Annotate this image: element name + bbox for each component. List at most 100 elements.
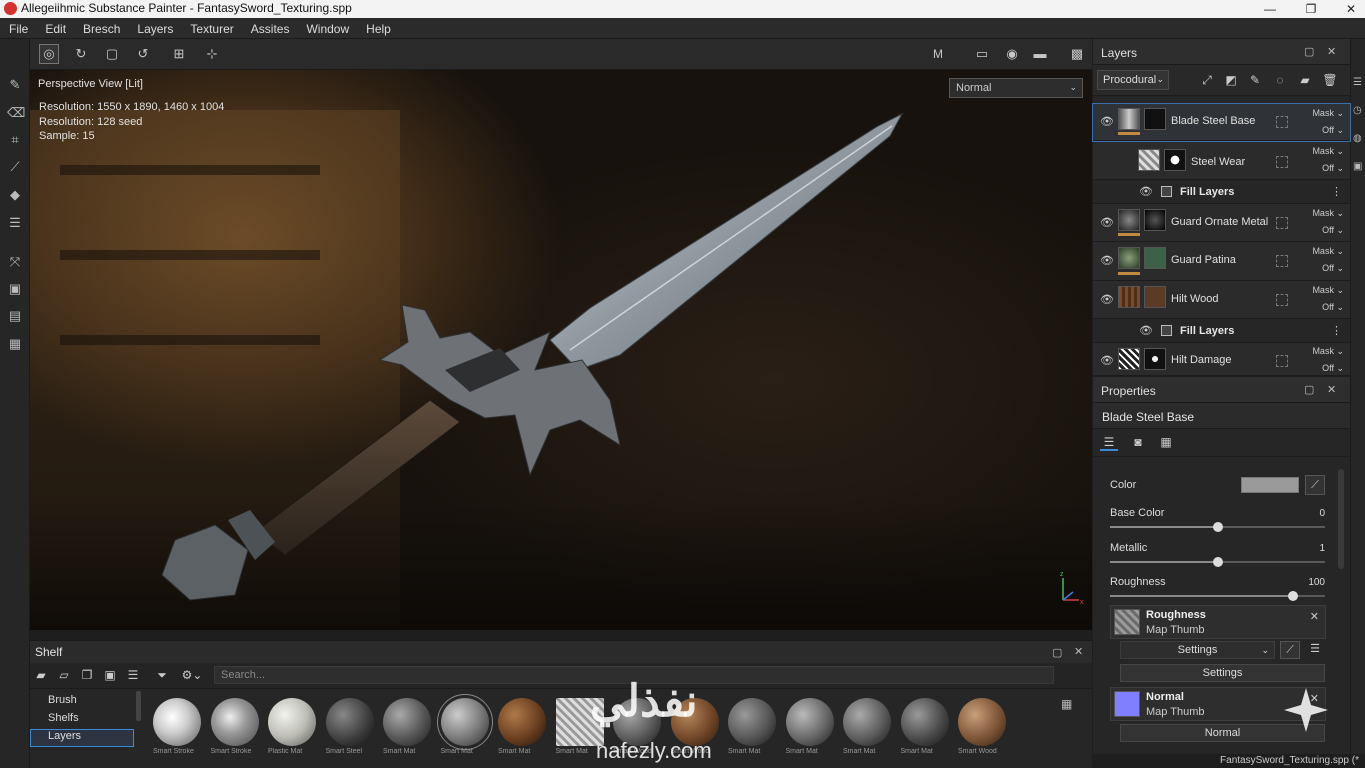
base-color-slider[interactable]	[1110, 522, 1325, 532]
pick-icon[interactable]: ⟋	[1280, 641, 1300, 659]
stack-icon[interactable]: ☰	[1353, 77, 1362, 88]
paint-mode-icon[interactable]: ◎	[39, 44, 59, 64]
layer-row-blade-steel-base[interactable]: 👁 Blade Steel Base Mask ⌄ Off ⌄	[1092, 103, 1351, 142]
menu-help[interactable]: Help	[366, 22, 391, 36]
delete-layer-icon[interactable]: 🗑	[1322, 72, 1338, 88]
select-rect-icon[interactable]: ▢	[103, 45, 121, 63]
layer-row-guard-ornate-metal[interactable]: 👁 Guard Ornate Metal Mask ⌄ Off ⌄	[1093, 204, 1350, 242]
mask-off-dropdown[interactable]: Mask ⌄ Off ⌄	[1312, 143, 1344, 177]
clone-icon[interactable]: ☰	[7, 215, 23, 231]
layer-row-hilt-damage[interactable]: 👁 Hilt Damage Mask ⌄ Off ⌄	[1093, 343, 1350, 376]
color-swatch[interactable]	[1241, 477, 1299, 493]
fill-layers-group[interactable]: 👁 Fill Layers ⋮	[1093, 180, 1350, 204]
symmetry-icon[interactable]: ⊞	[170, 45, 188, 63]
shelf-item-thumbnail[interactable]	[728, 698, 776, 746]
mask-off-dropdown[interactable]: Mask ⌄ Off ⌄	[1312, 105, 1344, 139]
shelf-item-thumbnail[interactable]	[210, 698, 259, 746]
add-folder-icon[interactable]: ▰	[1297, 72, 1313, 88]
blend-toggle[interactable]	[1276, 255, 1288, 267]
properties-scrollbar[interactable]	[1338, 469, 1344, 569]
more-options-icon[interactable]: ⋮	[1331, 324, 1342, 337]
roughness-map-slot[interactable]: Roughness Map Thumb ✕	[1110, 605, 1326, 639]
measure-icon[interactable]: ⊹	[203, 45, 221, 63]
blend-toggle[interactable]	[1276, 156, 1288, 168]
paint-brush-icon[interactable]: ✎	[7, 77, 23, 93]
filter-icon[interactable]: ⏷	[155, 668, 169, 682]
view-options-icon[interactable]: ⚙⌄	[180, 668, 204, 682]
maximize-panel-icon[interactable]: ▢	[1304, 383, 1314, 396]
3d-viewport[interactable]: Perspective View [Lit] Resolution: 1550 …	[30, 70, 1092, 630]
remove-map-icon[interactable]: ✕	[1310, 610, 1319, 623]
add-fill-layer-icon[interactable]: ◌	[1272, 72, 1288, 88]
sword-model[interactable]	[30, 70, 1092, 630]
shelf-category-brush[interactable]: Brush	[48, 694, 134, 710]
shelf-item-thumbnail[interactable]	[153, 698, 201, 746]
roughness-value[interactable]: 100	[1308, 577, 1325, 588]
shelf-item-thumbnail[interactable]	[325, 698, 374, 746]
more-options-icon[interactable]: ⋮	[1331, 185, 1342, 198]
list-icon[interactable]: ☰	[1305, 641, 1325, 659]
close-window-button[interactable]: ✕	[1336, 0, 1365, 18]
close-panel-icon[interactable]: ✕	[1074, 645, 1083, 658]
undo-icon[interactable]: ↺	[134, 45, 152, 63]
shelf-item-thumbnail[interactable]	[843, 698, 891, 746]
blend-toggle[interactable]	[1276, 355, 1288, 367]
texture-tab-icon[interactable]: ▦	[1157, 435, 1175, 451]
list-view-icon[interactable]: ☰	[126, 668, 140, 682]
maximize-panel-icon[interactable]: ▢	[1304, 45, 1314, 58]
blend-toggle[interactable]	[1276, 294, 1288, 306]
maximize-panel-icon[interactable]: ▢	[1052, 646, 1062, 659]
slider-knob[interactable]	[1287, 591, 1298, 601]
menu-file[interactable]: File	[9, 22, 28, 36]
view-mode-select[interactable]: Normal ⌄	[949, 78, 1083, 98]
base-color-value[interactable]: 0	[1319, 508, 1325, 519]
eraser-icon[interactable]: ⌫	[7, 105, 25, 121]
menu-edit[interactable]: Edit	[45, 22, 66, 36]
fill-layers-group[interactable]: 👁 Fill Layers ⋮	[1093, 319, 1350, 343]
eye-icon[interactable]: 👁	[1100, 216, 1114, 229]
display-icon[interactable]: ▬	[1031, 45, 1049, 63]
eye-icon[interactable]: 👁	[1100, 293, 1114, 306]
shelf-item-thumbnail[interactable]	[958, 698, 1006, 746]
mask-off-dropdown[interactable]: Mask ⌄ Off ⌄	[1312, 343, 1344, 377]
metallic-slider[interactable]	[1110, 557, 1325, 567]
mask-off-dropdown[interactable]: Mask ⌄ Off ⌄	[1312, 205, 1344, 239]
export-icon[interactable]: ▦	[7, 336, 23, 352]
shelf-category-shelfs[interactable]: Shelfs	[48, 712, 134, 728]
shelf-item-thumbnail[interactable]	[785, 698, 834, 746]
shelf-category-layers[interactable]: Layers	[30, 729, 134, 747]
folder-icon[interactable]: ▤	[7, 308, 23, 324]
eye-icon[interactable]: 👁	[1100, 254, 1114, 267]
grid-view-icon[interactable]: ▦	[1061, 697, 1072, 711]
transform-icon[interactable]: ⤧	[7, 254, 23, 270]
mask-off-dropdown[interactable]: Mask ⌄ Off ⌄	[1312, 282, 1344, 316]
menu-assites[interactable]: Assites	[251, 22, 290, 36]
bake-icon[interactable]: ▣	[7, 281, 23, 297]
projection-icon[interactable]: ⌗	[7, 132, 23, 148]
smudge-icon[interactable]: ◆	[7, 187, 23, 203]
geometry-fill-icon[interactable]: ⟋	[7, 159, 23, 175]
general-tab-icon[interactable]: ☰	[1100, 435, 1118, 451]
shelf-item-thumbnail[interactable]	[268, 698, 316, 746]
texture-set-icon[interactable]: ▣	[1353, 161, 1362, 172]
mask-off-dropdown[interactable]: Mask ⌄ Off ⌄	[1312, 243, 1344, 277]
folder-icon[interactable]: ▰	[34, 668, 48, 682]
layer-row-steel-wear[interactable]: Steel Wear Mask ⌄ Off ⌄	[1093, 142, 1350, 180]
camera-icon[interactable]: ▭	[973, 45, 991, 63]
slider-knob[interactable]	[1212, 522, 1223, 532]
open-folder-icon[interactable]: ▱	[57, 668, 71, 682]
display-settings-icon[interactable]: ◍	[1353, 133, 1362, 144]
eyedropper-icon[interactable]: ⟋	[1305, 475, 1325, 495]
shelf-item-thumbnail[interactable]	[498, 698, 546, 746]
menu-layers[interactable]: Layers	[137, 22, 173, 36]
shelf-item-thumbnail[interactable]	[900, 698, 949, 746]
copy-icon[interactable]: ❐	[80, 668, 94, 682]
close-panel-icon[interactable]: ✕	[1327, 383, 1336, 396]
screenshot-icon[interactable]: ▩	[1068, 45, 1086, 63]
menu-texturer[interactable]: Texturer	[190, 22, 233, 36]
close-panel-icon[interactable]: ✕	[1327, 45, 1336, 58]
add-paint-layer-icon[interactable]: ✎	[1247, 72, 1263, 88]
environment-icon[interactable]: ◉	[1003, 45, 1021, 63]
category-scrollbar[interactable]	[136, 691, 141, 721]
settings-button[interactable]: Settings	[1120, 664, 1325, 682]
